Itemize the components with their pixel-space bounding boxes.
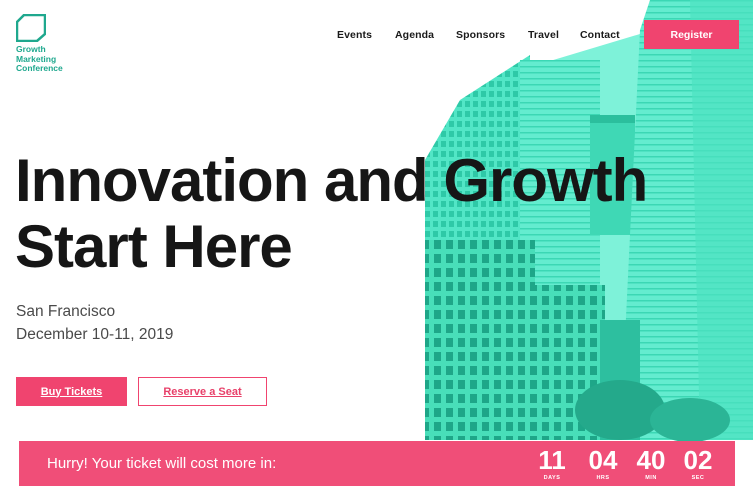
countdown-hours-value: 04	[588, 445, 618, 475]
nav-item-events[interactable]: Events	[337, 29, 372, 41]
nav-item-contact[interactable]: Contact	[580, 29, 620, 41]
nav-item-agenda[interactable]: Agenda	[395, 29, 434, 41]
countdown-hours: 04 HRS	[584, 446, 622, 481]
countdown-minutes-label: MIN	[645, 475, 657, 481]
reserve-seat-button[interactable]: Reserve a Seat	[138, 377, 267, 406]
countdown-seconds: 02 SEC	[679, 446, 717, 481]
buy-tickets-button[interactable]: Buy Tickets	[16, 377, 127, 406]
event-location: San Francisco	[16, 303, 116, 320]
headline-line-2: Start Here	[15, 213, 293, 280]
countdown-message: Hurry! Your ticket will cost more in:	[47, 455, 277, 472]
event-dates: December 10-11, 2019	[16, 326, 174, 343]
countdown-days-label: DAYS	[543, 475, 561, 481]
logo-text: Growth Marketing Conference	[16, 44, 63, 74]
logo[interactable]: Growth Marketing Conference	[16, 14, 63, 74]
countdown-minutes: 40 MIN	[632, 446, 670, 481]
countdown-seconds-label: SEC	[691, 475, 705, 481]
countdown-days-value: 11	[538, 445, 566, 475]
headline-line-1: Innovation and Growth	[15, 147, 648, 214]
hero-headline: Innovation and Growth Start Here	[15, 147, 648, 280]
logo-line-3: Conference	[16, 63, 63, 73]
nav-item-sponsors[interactable]: Sponsors	[456, 29, 505, 41]
nav-item-travel[interactable]: Travel	[528, 29, 559, 41]
countdown-minutes-value: 40	[636, 445, 666, 475]
countdown-days: 11 DAYS	[536, 446, 568, 481]
logo-icon	[16, 14, 46, 42]
countdown-seconds-value: 02	[683, 445, 713, 475]
register-button[interactable]: Register	[644, 20, 739, 49]
countdown-bar: Hurry! Your ticket will cost more in: 11…	[19, 441, 735, 486]
countdown-hours-label: HRS	[596, 475, 610, 481]
